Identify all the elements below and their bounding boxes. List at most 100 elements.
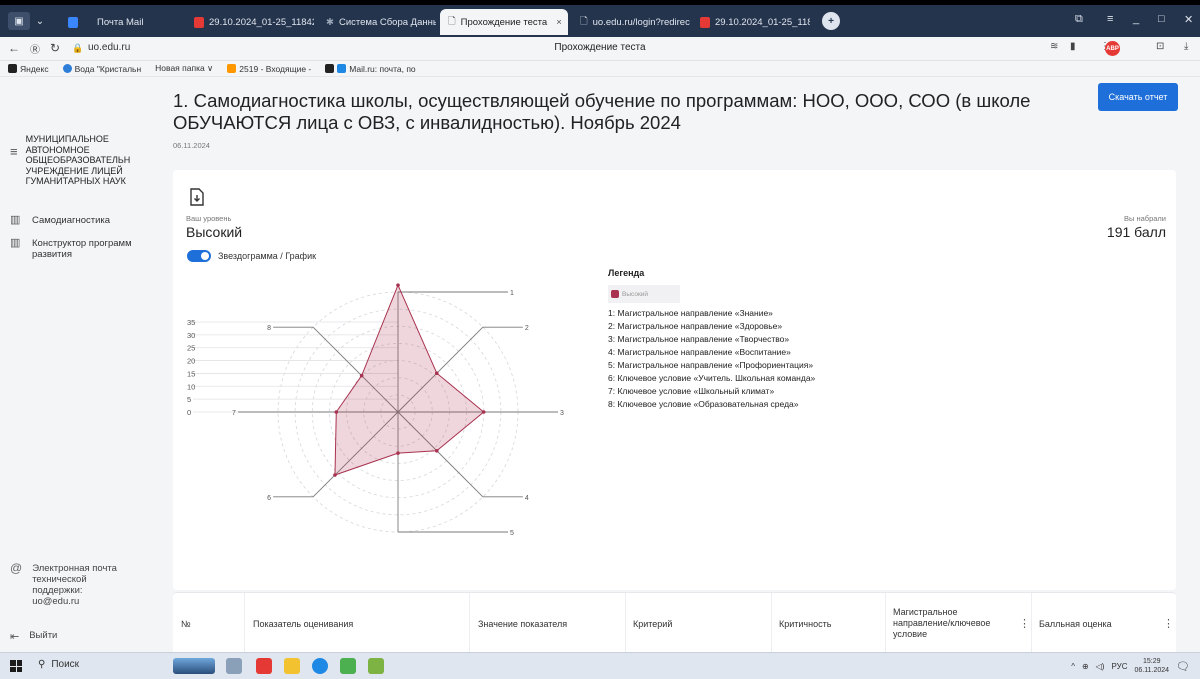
radar-chart: 0 5 10 15 20 25 30 35 1 2 3 4 5 6 7 8	[187, 283, 564, 537]
column-header-number[interactable]: №	[181, 619, 191, 629]
column-header-criterion[interactable]: Критерий	[633, 619, 672, 629]
legend-item: 7: Ключевое условие «Школьный климат»	[608, 386, 775, 396]
view-toggle-label: Звездограмма / График	[218, 251, 317, 261]
page-title: 1. Самодиагностика школы, осуществляющей…	[173, 90, 1031, 133]
bookmark-icon[interactable]: ▮	[1070, 41, 1076, 52]
series-area	[334, 283, 485, 476]
edge-browser-icon[interactable]	[312, 658, 328, 674]
report-date: 06.11.2024	[173, 141, 210, 150]
app-icon[interactable]	[368, 658, 384, 674]
file-explorer-icon[interactable]	[284, 658, 300, 674]
task-view-icon[interactable]	[226, 658, 242, 674]
organization-name: МУНИЦИПАЛЬНОЕ АВТОНОМНОЕ ОБЩЕОБРАЗОВАТЕЛ…	[25, 134, 131, 186]
logout-button[interactable]: ⇤ Выйти	[10, 630, 57, 643]
books-icon: ▥	[10, 237, 21, 249]
extension-icon[interactable]: ⊡	[1156, 41, 1164, 52]
notifications-icon[interactable]: 🗨	[1176, 660, 1190, 673]
bookmark-water[interactable]: Вода "Кристальн	[62, 64, 141, 74]
axis-label: 2	[525, 325, 529, 332]
download-icon[interactable]: ⤓	[1184, 41, 1188, 52]
column-header-score[interactable]: Балльная оценка	[1039, 619, 1112, 629]
app-icon[interactable]	[340, 658, 356, 674]
clock[interactable]: 15:29 06.11.2024	[1135, 657, 1170, 675]
taskbar-search[interactable]: ⚲ Поиск	[38, 659, 79, 670]
divider	[244, 593, 245, 652]
tab-label: 29.10.2024_01-25_11842_(	[715, 16, 810, 28]
column-header-value[interactable]: Значение показателя	[478, 619, 567, 629]
bookmark-yandex[interactable]: Яндекс	[8, 64, 49, 74]
search-icon: ⚲	[38, 659, 46, 670]
document-download-icon[interactable]	[189, 188, 205, 206]
new-tab-button[interactable]: +	[822, 12, 840, 30]
tab-manager-icon[interactable]: ⧉	[1075, 13, 1083, 26]
water-drop-icon	[62, 64, 72, 73]
tab-mail[interactable]: Почта Mail	[60, 9, 180, 35]
data-point	[334, 410, 339, 414]
page-icon: 🗋	[448, 16, 456, 27]
tab-active-test[interactable]: 🗋 Прохождение теста ×	[440, 9, 568, 35]
tab-pdf-1[interactable]: 29.10.2024_01-25_11842_(	[186, 9, 314, 35]
tab-label: Почта Mail	[97, 16, 144, 28]
data-point	[481, 410, 486, 414]
data-point	[396, 451, 400, 455]
bookmark-inbox[interactable]: 2519 - Входящие -	[227, 64, 311, 74]
mail-icon	[68, 16, 78, 28]
legend-item: 2: Магистральное направление «Здоровье»	[608, 321, 783, 331]
divider	[1031, 593, 1032, 652]
tab-pdf-2[interactable]: 29.10.2024_01-25_11842_(	[692, 9, 810, 35]
square-icon	[325, 64, 335, 73]
legend-series-chip[interactable]: Высокий	[608, 285, 680, 303]
browser-menu-button[interactable]: ▣	[8, 12, 30, 30]
more-vertical-icon[interactable]: ⋮	[1163, 617, 1174, 630]
scale-tick-label: 10	[187, 382, 195, 391]
adblock-icon[interactable]: ABP	[1105, 41, 1120, 56]
more-vertical-icon[interactable]: ⋮	[1019, 617, 1030, 630]
landscape-widget-icon[interactable]	[173, 658, 215, 674]
sidebar-item-self-diagnostics[interactable]: ▥ Самодиагностика	[10, 215, 110, 227]
chevron-down-icon[interactable]: ⌄	[33, 12, 47, 30]
column-header-indicator[interactable]: Показатель оценивания	[253, 619, 353, 629]
yandex-browser-icon[interactable]	[256, 658, 272, 674]
tab-data-system[interactable]: ✱ Система Сбора Данных	[318, 9, 436, 35]
divider	[885, 593, 886, 652]
window-close-icon[interactable]: ✕	[1184, 13, 1193, 26]
close-icon[interactable]: ×	[556, 17, 562, 28]
bookmark-folder[interactable]: Новая папка ∨	[155, 63, 213, 74]
mailru-icon	[337, 64, 347, 73]
tab-login[interactable]: 🗋 uo.edu.ru/login?redirectAf	[572, 9, 690, 35]
scale-tick-label: 25	[187, 344, 195, 353]
network-icon[interactable]: ⊕	[1082, 662, 1089, 671]
hamburger-menu-icon[interactable]: ≡	[10, 144, 18, 187]
data-point	[434, 371, 439, 376]
column-header-criticality[interactable]: Критичность	[779, 619, 831, 629]
maximize-icon[interactable]: □	[1158, 13, 1165, 25]
column-header-direction[interactable]: Магистральное направление/ключевое услов…	[893, 607, 1008, 640]
bookmark-mailru[interactable]: Mail.ru: почта, по	[325, 64, 416, 74]
minimize-icon[interactable]: _	[1133, 13, 1139, 25]
view-toggle-switch[interactable]	[187, 250, 211, 262]
chevron-up-icon[interactable]: ^	[1071, 662, 1075, 671]
yandex-icon	[8, 64, 17, 73]
pdf-icon	[700, 16, 710, 28]
hamburger-menu-icon[interactable]: ≡	[1107, 13, 1113, 25]
legend-item: 3: Магистральное направление «Творчество…	[608, 334, 790, 344]
tab-label: 29.10.2024_01-25_11842_(	[209, 16, 314, 28]
axis-label: 1	[510, 290, 514, 297]
legend-swatch	[611, 290, 619, 298]
download-report-button[interactable]: Скачать отчет	[1098, 83, 1178, 111]
legend-item: 6: Ключевое условие «Учитель. Школьная к…	[608, 373, 816, 383]
star-icon: ✱	[326, 16, 334, 28]
level-value: Высокий	[186, 224, 243, 240]
scrollbar[interactable]	[1188, 77, 1200, 652]
windows-start-icon[interactable]	[10, 660, 22, 672]
legend-item: 1: Магистральное направление «Знание»	[608, 308, 773, 318]
axis-label: 4	[525, 495, 529, 502]
axis-label: 6	[267, 495, 271, 502]
reader-icon[interactable]: ≋	[1050, 41, 1058, 52]
sidebar-item-program-builder[interactable]: ▥ Конструктор программ развития	[10, 237, 150, 261]
scale-tick-label: 30	[187, 331, 195, 340]
volume-icon[interactable]: ◁)	[1096, 662, 1105, 671]
divider	[469, 593, 470, 652]
screen: { "browser": { "tabs": [ {"label": "Почт…	[0, 0, 1200, 679]
language-indicator[interactable]: РУС	[1111, 662, 1127, 671]
